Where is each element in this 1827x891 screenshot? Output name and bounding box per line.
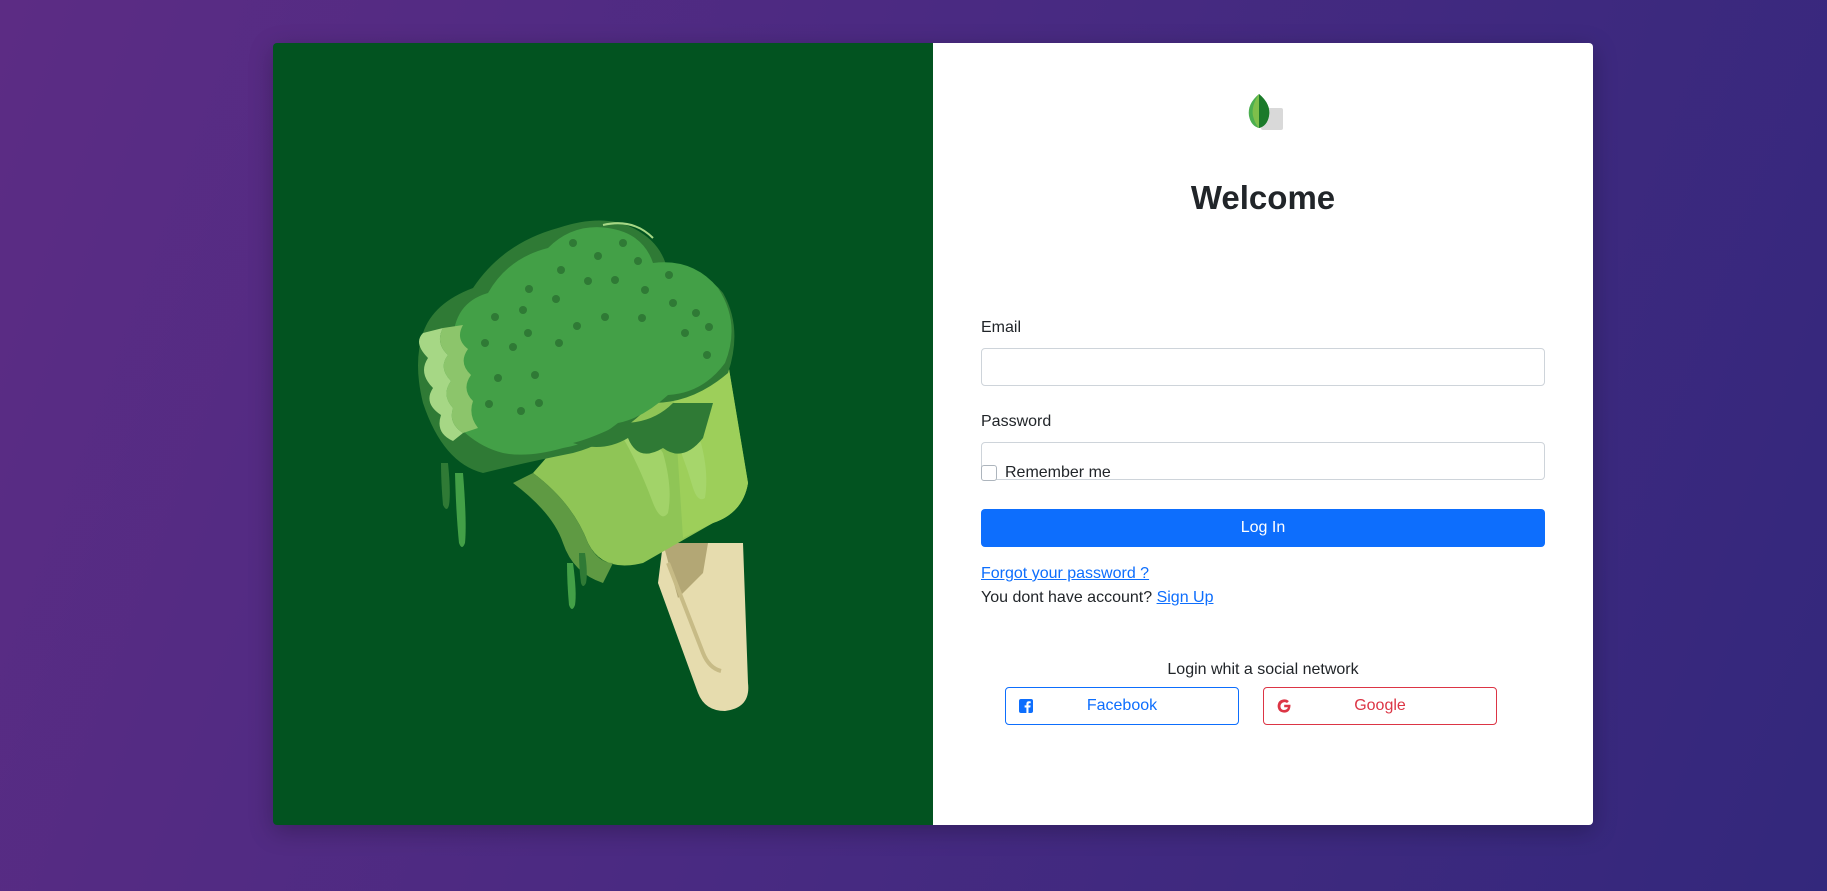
page-title: Welcome [1190, 179, 1336, 216]
google-login-button[interactable]: Google [1263, 687, 1497, 725]
broccoli-popsicle-illustration [418, 220, 749, 711]
facebook-label: Facebook [1086, 697, 1158, 714]
google-icon [1277, 699, 1291, 713]
hero-panel [273, 43, 933, 825]
remember-me: Remember me [981, 464, 1111, 482]
remember-me-checkbox[interactable] [981, 465, 997, 481]
leaf-logo [1248, 94, 1283, 130]
remember-me-label[interactable]: Remember me [1005, 464, 1111, 482]
google-label: Google [1354, 697, 1406, 714]
facebook-square-icon [1019, 699, 1033, 713]
login-panel: Welcome Email Password Remember me Log I… [933, 43, 1593, 825]
social-heading: Login whit a social network [1167, 661, 1359, 678]
login-card: Welcome Email Password Remember me Log I… [273, 43, 1593, 825]
login-button[interactable]: Log In [981, 509, 1545, 547]
forgot-password-link[interactable]: Forgot your password ? [981, 565, 1149, 583]
password-label: Password [981, 413, 1052, 430]
email-field[interactable] [981, 348, 1545, 386]
email-label: Email [981, 319, 1022, 336]
signup-line: You dont have account? Sign Up [981, 589, 1213, 607]
facebook-login-button[interactable]: Facebook [1005, 687, 1239, 725]
signup-link[interactable]: Sign Up [1157, 589, 1214, 606]
no-account-text: You dont have account? [981, 589, 1153, 606]
